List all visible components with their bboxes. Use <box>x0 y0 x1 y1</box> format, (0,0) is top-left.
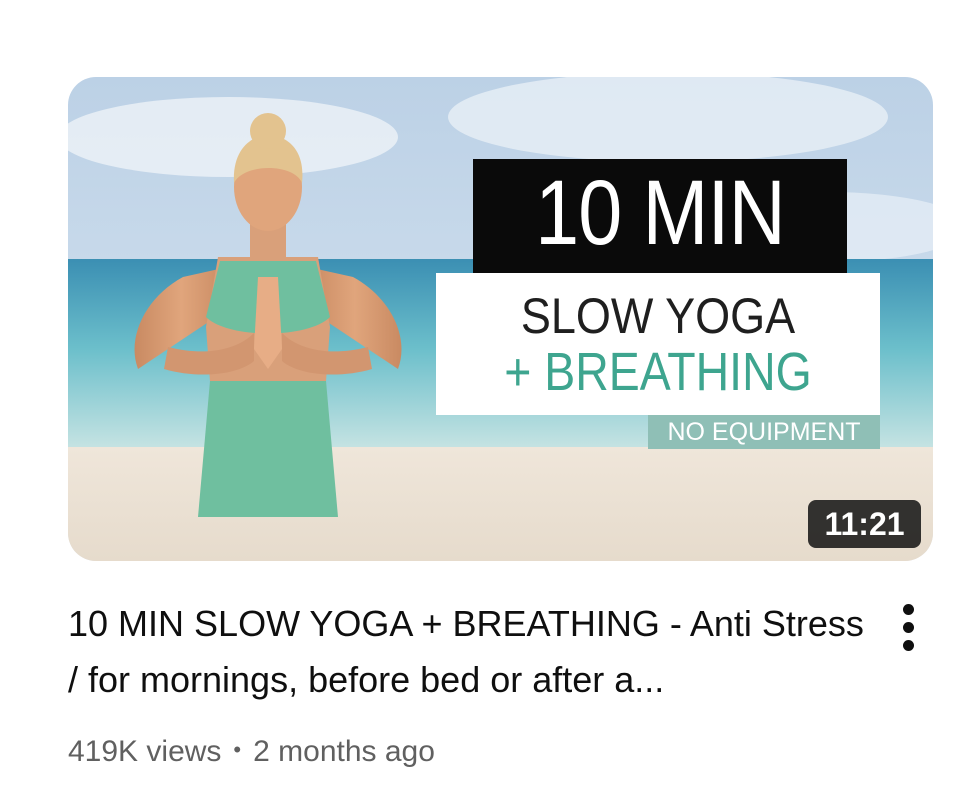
more-vert-icon-dot <box>903 640 914 651</box>
upload-age: 2 months ago <box>253 735 435 768</box>
more-options-button[interactable] <box>888 600 930 656</box>
thumbnail-overlay-slow-yoga: SLOW YOGA <box>520 288 796 344</box>
thumbnail-subtitle-box: SLOW YOGA + BREATHING <box>436 273 880 415</box>
duration-badge: 11:21 <box>808 500 921 548</box>
thumbnail-overlay-tag: NO EQUIPMENT <box>648 415 880 449</box>
meta-separator: • <box>233 737 242 762</box>
view-count: 419K views <box>68 735 222 768</box>
thumbnail-overlay-breathing: + BREATHING <box>504 342 812 402</box>
more-vert-icon <box>903 604 914 615</box>
thumbnail-overlay-duration-text: 10 MIN <box>535 162 786 264</box>
video-thumbnail[interactable]: 10 MIN SLOW YOGA + BREATHING NO EQUIPMEN… <box>68 77 933 561</box>
video-card: 10 MIN SLOW YOGA + BREATHING NO EQUIPMEN… <box>0 0 959 808</box>
more-vert-icon-dot <box>903 622 914 633</box>
thumbnail-title-box: 10 MIN <box>473 159 847 273</box>
video-metadata: 419K views • 2 months ago <box>68 730 435 772</box>
video-title[interactable]: 10 MIN SLOW YOGA + BREATHING - Anti Stre… <box>68 596 868 708</box>
